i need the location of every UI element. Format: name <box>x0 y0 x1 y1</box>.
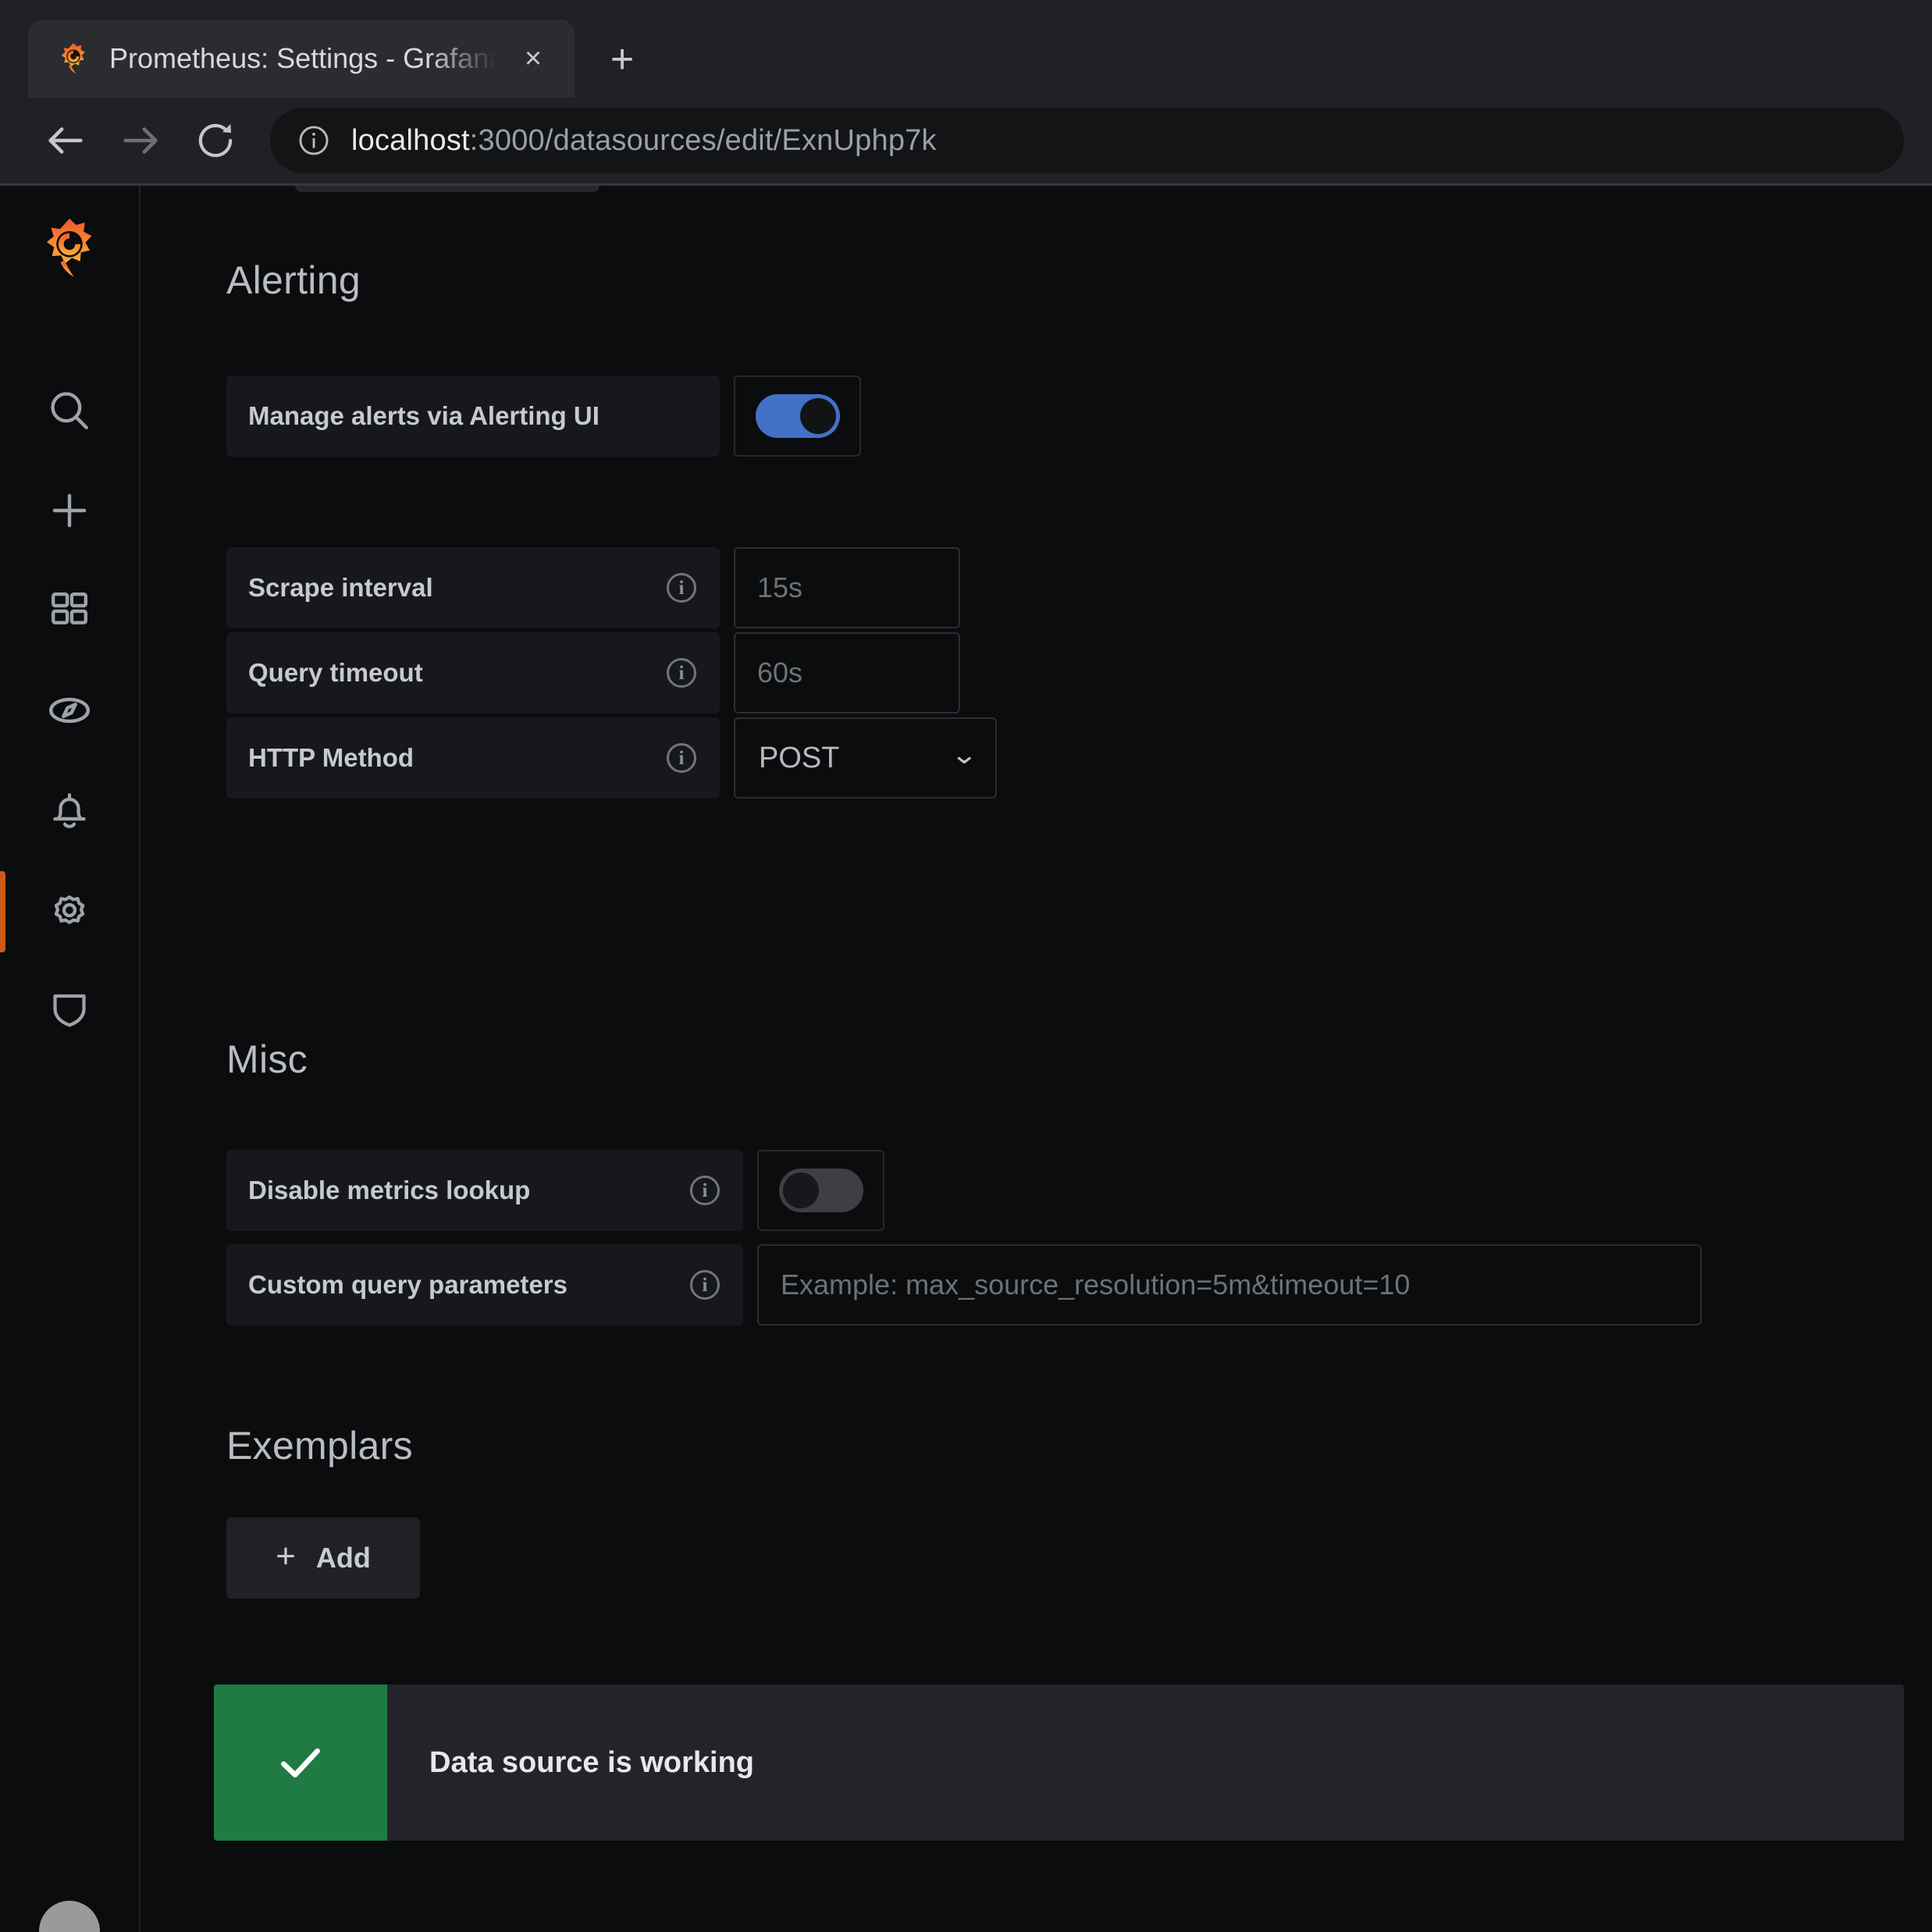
url-host: localhost <box>351 124 470 157</box>
grafana-logo-icon[interactable] <box>37 215 102 281</box>
custom-query-parameters-label: Custom query parameters <box>248 1270 568 1300</box>
query-timeout-label: Query timeout <box>248 658 423 688</box>
new-tab-button[interactable]: + <box>596 34 648 85</box>
info-icon[interactable]: i <box>690 1176 720 1205</box>
sidebar-item-create[interactable] <box>0 462 140 562</box>
sidebar-item-configuration[interactable] <box>0 862 140 962</box>
address-bar[interactable]: localhost:3000/datasources/edit/ExnUphp7… <box>270 108 1904 173</box>
http-method-label-cell: HTTP Method i <box>226 717 720 799</box>
manage-alerts-row: Manage alerts via Alerting UI <box>226 375 861 457</box>
query-timeout-value: 60s <box>757 656 802 689</box>
custom-query-parameters-input[interactable]: Example: max_source_resolution=5m&timeou… <box>757 1244 1702 1325</box>
http-method-value: POST <box>759 742 839 775</box>
manage-alerts-toggle[interactable] <box>756 394 840 438</box>
sidebar-item-alerting[interactable] <box>0 762 140 862</box>
add-exemplar-button[interactable]: + Add <box>226 1517 420 1599</box>
reload-button[interactable] <box>178 103 253 178</box>
apps-grid-icon <box>47 588 92 637</box>
manage-alerts-toggle-cell[interactable] <box>734 375 861 457</box>
alerting-section-heading: Alerting <box>226 258 361 303</box>
disable-metrics-lookup-row: Disable metrics lookup i <box>226 1150 884 1231</box>
scrape-interval-label-cell: Scrape interval i <box>226 547 720 628</box>
compass-icon <box>45 686 94 738</box>
status-banner: Data source is working <box>214 1685 1904 1841</box>
gear-icon <box>45 886 94 938</box>
scrape-interval-input[interactable]: 15s <box>734 547 960 628</box>
disable-metrics-lookup-label-cell: Disable metrics lookup i <box>226 1150 743 1231</box>
grafana-app: Alerting Manage alerts via Alerting UI S… <box>0 183 1932 1932</box>
http-method-label: HTTP Method <box>248 743 414 773</box>
http-method-row: HTTP Method i POST ⌄ <box>226 717 997 799</box>
datasource-settings-content: Alerting Manage alerts via Alerting UI S… <box>141 186 1932 1932</box>
scrape-interval-label: Scrape interval <box>248 573 433 603</box>
info-icon[interactable]: i <box>667 743 696 773</box>
sidebar-item-server-admin[interactable] <box>0 962 140 1062</box>
toggle-knob <box>800 398 836 434</box>
url-path: :3000/datasources/edit/ExnUphp7k <box>470 124 937 157</box>
custom-query-parameters-label-cell: Custom query parameters i <box>226 1244 743 1325</box>
disable-metrics-lookup-toggle-cell[interactable] <box>757 1150 884 1231</box>
browser-tab-title: Prometheus: Settings - Grafana <box>109 42 496 75</box>
scrolled-off-field <box>295 186 600 192</box>
browser-toolbar: localhost:3000/datasources/edit/ExnUphp7… <box>0 98 1932 183</box>
plus-icon: + <box>276 1539 296 1574</box>
manage-alerts-label: Manage alerts via Alerting UI <box>248 401 600 431</box>
info-icon[interactable]: i <box>690 1270 720 1300</box>
exemplars-section-heading: Exemplars <box>226 1423 413 1468</box>
forward-button[interactable] <box>103 103 178 178</box>
toggle-knob <box>783 1172 819 1208</box>
add-exemplar-label: Add <box>316 1542 371 1574</box>
check-icon <box>214 1685 387 1841</box>
browser-tab-strip: Prometheus: Settings - Grafana × + <box>0 0 1932 98</box>
info-circle-icon[interactable] <box>297 123 331 158</box>
avatar[interactable] <box>39 1901 100 1932</box>
plus-icon <box>45 486 94 539</box>
search-icon <box>45 386 94 439</box>
sidebar-item-explore[interactable] <box>0 662 140 762</box>
sidebar-item-search[interactable] <box>0 362 140 462</box>
misc-section-heading: Misc <box>226 1037 308 1082</box>
disable-metrics-lookup-label: Disable metrics lookup <box>248 1176 530 1205</box>
custom-query-parameters-value: Example: max_source_resolution=5m&timeou… <box>781 1268 1410 1301</box>
sidebar <box>0 186 141 1932</box>
http-method-select[interactable]: POST ⌄ <box>734 717 997 799</box>
query-timeout-input[interactable]: 60s <box>734 632 960 713</box>
query-timeout-row: Query timeout i 60s <box>226 632 960 713</box>
chevron-down-icon: ⌄ <box>950 742 978 768</box>
status-message: Data source is working <box>387 1685 754 1841</box>
scrape-interval-value: 15s <box>757 571 802 604</box>
browser-window: Prometheus: Settings - Grafana × + <box>0 0 1932 1932</box>
grafana-logo-icon <box>56 41 91 76</box>
sidebar-item-dashboards[interactable] <box>0 562 140 662</box>
manage-alerts-label-cell: Manage alerts via Alerting UI <box>226 375 720 457</box>
url-text: localhost:3000/datasources/edit/ExnUphp7… <box>351 124 937 158</box>
bell-icon <box>46 787 93 838</box>
disable-metrics-lookup-toggle[interactable] <box>779 1169 863 1212</box>
info-icon[interactable]: i <box>667 573 696 603</box>
shield-icon <box>46 987 93 1037</box>
info-icon[interactable]: i <box>667 658 696 688</box>
query-timeout-label-cell: Query timeout i <box>226 632 720 713</box>
scrape-interval-row: Scrape interval i 15s <box>226 547 960 628</box>
back-button[interactable] <box>28 103 103 178</box>
close-icon[interactable]: × <box>515 44 551 73</box>
browser-tab[interactable]: Prometheus: Settings - Grafana × <box>28 20 575 98</box>
custom-query-parameters-row: Custom query parameters i Example: max_s… <box>226 1244 1702 1325</box>
